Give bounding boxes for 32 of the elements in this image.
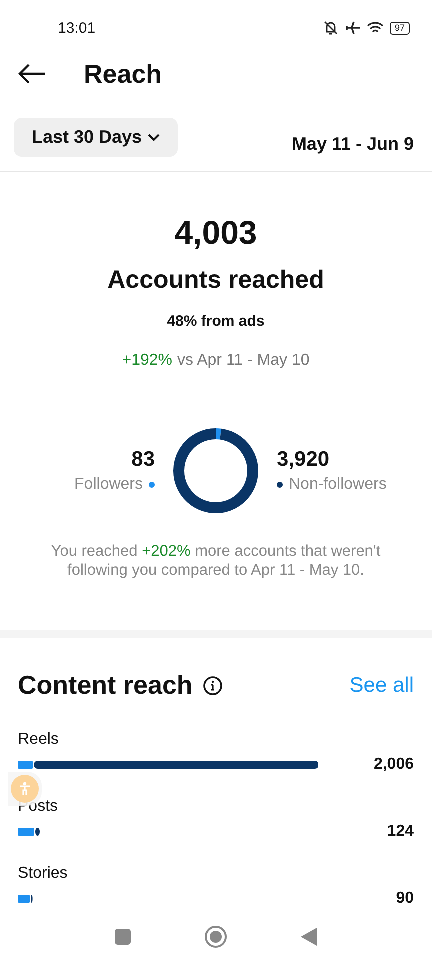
- back-arrow-icon[interactable]: [18, 64, 46, 84]
- legend-label: Followers: [74, 476, 143, 494]
- date-range: May 11 - Jun 9: [292, 134, 414, 155]
- bell-muted-icon: [322, 20, 339, 36]
- recent-apps-icon[interactable]: [114, 928, 132, 946]
- info-icon[interactable]: [202, 676, 223, 696]
- person-icon: [19, 782, 31, 796]
- reach-value: 2,006: [374, 756, 414, 774]
- reach-value: 124: [387, 823, 414, 841]
- content-type-label: Reels: [18, 731, 60, 749]
- home-icon[interactable]: [204, 925, 228, 949]
- non-followers-count: 3,920: [277, 448, 331, 472]
- back-icon[interactable]: [300, 927, 318, 947]
- reach-note: You reached +202% more accounts that weren't following you compared to Apr 11 - May 10.: [50, 542, 382, 580]
- ads-share: 48% from ads: [167, 313, 265, 330]
- content-type-label: Stories: [18, 865, 69, 883]
- followers-count: 83: [132, 448, 155, 472]
- chevron-down-icon: [148, 134, 160, 142]
- airplane-icon: [344, 20, 361, 36]
- comparison-period: vs Apr 11 - May 10: [178, 352, 310, 370]
- wifi-icon: [366, 21, 384, 35]
- section-title: Content reach: [18, 670, 193, 701]
- period-dropdown[interactable]: Last 30 Days: [14, 118, 178, 157]
- accounts-reached-count: 4,003: [174, 214, 258, 252]
- accounts-reached-label: Accounts reached: [108, 266, 324, 295]
- legend-label: Non-followers: [289, 476, 387, 494]
- battery-level: 97: [390, 22, 410, 34]
- page-title: Reach: [84, 58, 162, 90]
- reach-value: 90: [396, 890, 414, 908]
- change-percent: +192%: [122, 352, 173, 370]
- followers-arc: [216, 428, 222, 440]
- status-time: 13:01: [58, 20, 96, 36]
